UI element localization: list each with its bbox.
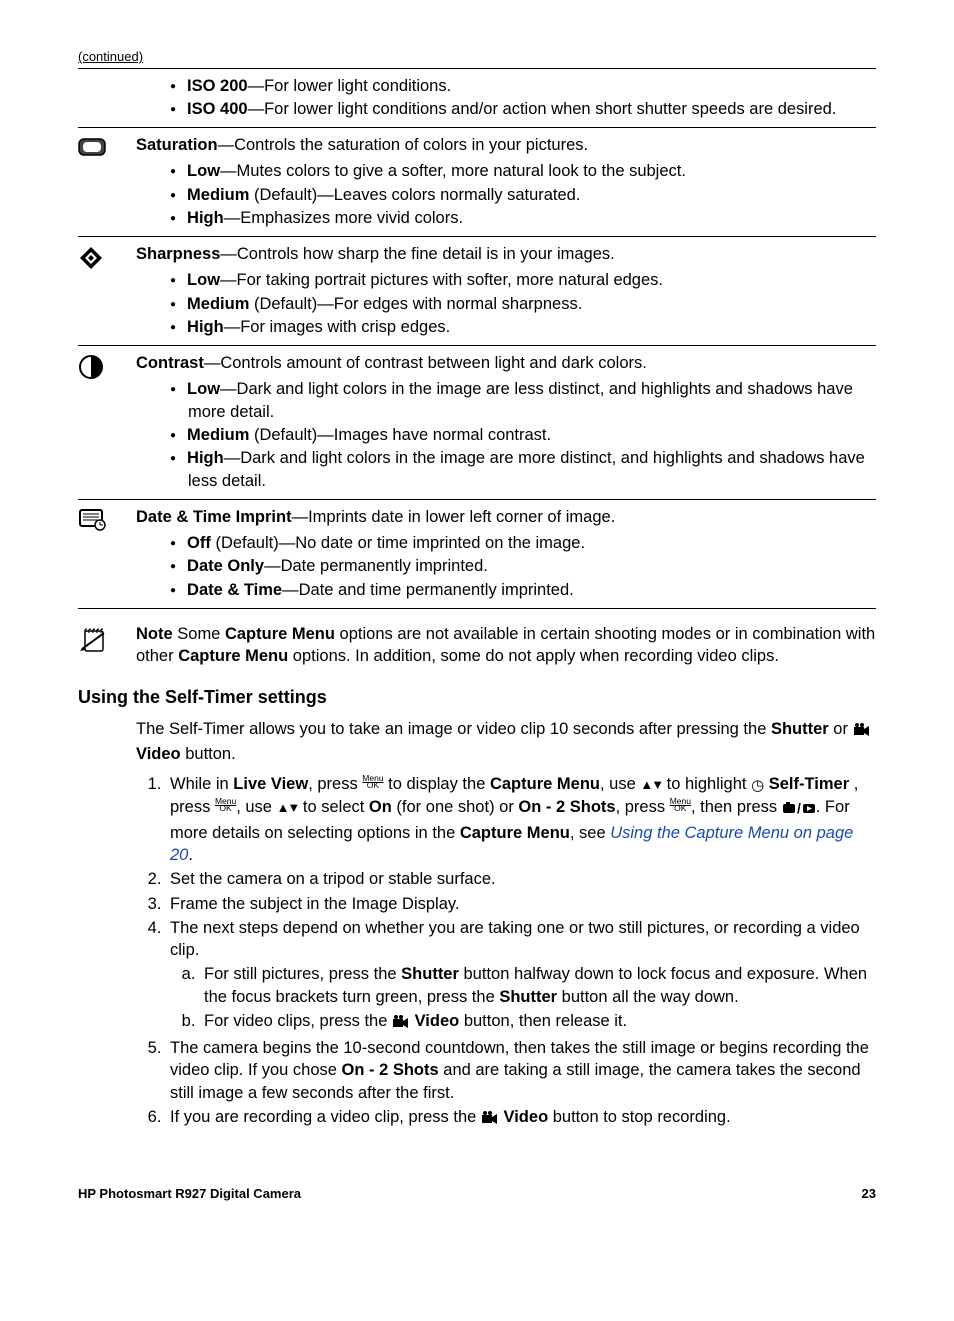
saturation-title: Saturation <box>136 136 218 154</box>
ct-med: Medium <box>187 426 249 444</box>
sh-high-desc: —For images with crisp edges. <box>224 318 451 336</box>
menu-ok-icon: MenuOK <box>215 798 236 812</box>
iso-icon-placeholder <box>78 75 136 122</box>
ct-med-desc: (Default)—Images have normal contrast. <box>249 426 551 444</box>
sat-high-desc: —Emphasizes more vivid colors. <box>224 209 463 227</box>
steps-list: While in Live View, press MenuOK to disp… <box>136 773 876 1131</box>
menu-ok-icon: MenuOK <box>670 798 691 812</box>
date-intro: —Imprints date in lower left corner of i… <box>292 508 616 526</box>
sat-med-desc: (Default)—Leaves colors normally saturat… <box>249 186 580 204</box>
iso200-label: ISO 200 <box>187 77 248 95</box>
row-contrast: Contrast—Controls amount of contrast bet… <box>78 345 876 499</box>
sh-low-desc: —For taking portrait pictures with softe… <box>220 271 663 289</box>
sharpness-icon <box>78 245 104 277</box>
menu-ok-icon: MenuOK <box>362 775 383 789</box>
continued-label: (continued) <box>78 48 876 66</box>
sharpness-intro: —Controls how sharp the fine detail is i… <box>220 245 614 263</box>
iso200-desc: —For lower light conditions. <box>248 77 452 95</box>
step-2: Set the camera on a tripod or stable sur… <box>166 868 876 890</box>
step-5: The camera begins the 10-second countdow… <box>166 1037 876 1104</box>
up-down-arrows-icon: ▲▼ <box>277 800 299 815</box>
sat-low: Low <box>187 162 220 180</box>
self-timer-icon: ◷ <box>751 777 764 794</box>
contrast-icon <box>78 354 104 386</box>
iso400-label: ISO 400 <box>187 100 248 118</box>
video-icon <box>392 1013 410 1035</box>
self-timer-intro: The Self-Timer allows you to take an ima… <box>136 718 876 766</box>
saturation-icon <box>78 136 106 164</box>
page-footer: HP Photosmart R927 Digital Camera 23 <box>78 1185 876 1203</box>
saturation-intro: —Controls the saturation of colors in yo… <box>218 136 589 154</box>
date-title: Date & Time Imprint <box>136 508 292 526</box>
video-icon <box>481 1109 499 1131</box>
note-t3: options. In addition, some do not apply … <box>288 647 779 665</box>
ct-low: Low <box>187 380 220 398</box>
up-down-arrows-icon: ▲▼ <box>640 777 662 792</box>
sat-high: High <box>187 209 224 227</box>
camera-playback-icon: / <box>782 799 816 821</box>
row-date-time-imprint: Date & Time Imprint—Imprints date in low… <box>78 499 876 609</box>
ct-high: High <box>187 449 224 467</box>
sh-med: Medium <box>187 295 249 313</box>
video-icon <box>853 721 871 743</box>
footer-product: HP Photosmart R927 Digital Camera <box>78 1185 301 1203</box>
step-3: Frame the subject in the Image Display. <box>166 893 876 915</box>
step-4b: For video clips, press the Video button,… <box>200 1010 876 1035</box>
dt-off: Off <box>187 534 211 552</box>
step-6: If you are recording a video clip, press… <box>166 1106 876 1131</box>
dt-datetime-desc: —Date and time permanently imprinted. <box>282 581 574 599</box>
ct-high-desc: —Dark and light colors in the image are … <box>188 449 865 489</box>
note-b2: Capture Menu <box>178 647 288 665</box>
svg-text:/: / <box>797 801 801 815</box>
sharpness-title: Sharpness <box>136 245 220 263</box>
dt-dateonly-desc: —Date permanently imprinted. <box>264 557 488 575</box>
sat-med: Medium <box>187 186 249 204</box>
ct-low-desc: —Dark and light colors in the image are … <box>188 380 853 420</box>
dt-off-desc: (Default)—No date or time imprinted on t… <box>211 534 585 552</box>
iso400-desc: —For lower light conditions and/or actio… <box>248 100 837 118</box>
dt-dateonly: Date Only <box>187 557 264 575</box>
contrast-intro: —Controls amount of contrast between lig… <box>204 354 647 372</box>
sh-med-desc: (Default)—For edges with normal sharpnes… <box>249 295 582 313</box>
dt-datetime: Date & Time <box>187 581 282 599</box>
footer-page-number: 23 <box>862 1185 876 1203</box>
step-1: While in Live View, press MenuOK to disp… <box>166 773 876 866</box>
note-b1: Capture Menu <box>225 625 335 643</box>
self-timer-heading: Using the Self-Timer settings <box>78 685 876 709</box>
sat-low-desc: —Mutes colors to give a softer, more nat… <box>220 162 686 180</box>
contrast-title: Contrast <box>136 354 204 372</box>
date-time-imprint-icon <box>78 508 108 538</box>
step-4: The next steps depend on whether you are… <box>166 917 876 1035</box>
row-sharpness: Sharpness—Controls how sharp the fine de… <box>78 236 876 345</box>
row-iso: ISO 200—For lower light conditions. ISO … <box>78 68 876 128</box>
sh-high: High <box>187 318 224 336</box>
note-icon <box>78 625 110 661</box>
step-4a: For still pictures, press the Shutter bu… <box>200 963 876 1008</box>
note-label: Note <box>136 625 173 643</box>
row-saturation: Saturation—Controls the saturation of co… <box>78 127 876 236</box>
sh-low: Low <box>187 271 220 289</box>
note-block: Note Some Capture Menu options are not a… <box>78 623 876 668</box>
note-t1: Some <box>173 625 225 643</box>
